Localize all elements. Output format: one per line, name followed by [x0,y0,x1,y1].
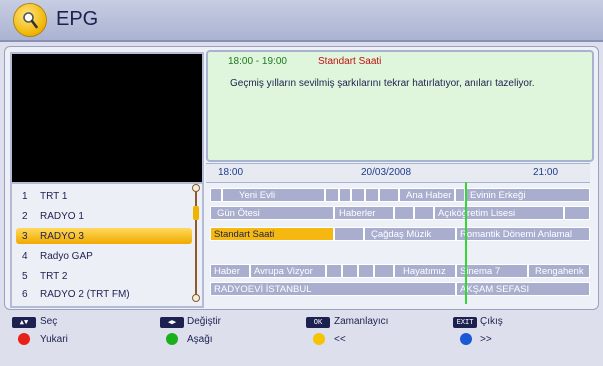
scrollbar-top-cap [192,184,200,192]
legend-timer: Zamanlayıcı [334,316,389,327]
program-cell[interactable] [342,264,358,278]
program-cell[interactable] [351,188,365,202]
channel-item[interactable]: 2 RADYO 1 [16,208,192,224]
program-cell[interactable]: Haberler [334,206,394,220]
program-time-range: 18:00 - 19:00 [228,56,287,67]
channel-scrollbar[interactable] [192,184,200,302]
channel-name: RADYO 2 (TRT FM) [40,289,130,300]
program-cell[interactable] [379,188,399,202]
program-cell[interactable] [325,188,339,202]
program-cell[interactable]: Romantik Dönemi Anlamal [456,227,590,241]
scrollbar-bottom-cap [192,294,200,302]
program-guide-grid: Yeni Evli Ana Haber Evinin Erkeği Gün Öt… [206,182,590,304]
channel-name: RADYO 3 [40,231,84,242]
search-icon [14,4,46,36]
legend-prev: << [334,334,346,345]
program-cell[interactable]: RADYOEVİ İSTANBUL [210,282,456,296]
channel-number: 3 [22,231,28,242]
page-title: EPG [56,8,99,30]
program-cell[interactable] [365,188,379,202]
program-cell[interactable]: Haber [210,264,250,278]
program-cell[interactable]: Çağdaş Müzik [364,227,456,241]
channel-number: 6 [22,289,28,300]
timeline-end: 21:00 [533,167,559,178]
program-cell[interactable] [374,264,394,278]
updown-key-icon: ▲▼ [12,317,36,328]
program-cell[interactable]: Ana Haber [399,188,455,202]
red-button-icon [18,333,30,345]
program-cell[interactable]: AKŞAM SEFASI [456,282,590,296]
timeline-date: 20/03/2008 [361,167,412,178]
ok-key-icon: OK [306,317,330,328]
program-title: Standart Saati [318,56,382,67]
program-cell[interactable] [334,227,364,241]
legend-up: Yukari [40,334,68,345]
program-cell[interactable] [210,188,222,202]
channel-number: 1 [22,191,28,202]
scrollbar-thumb[interactable] [193,206,199,220]
program-cell[interactable] [326,264,342,278]
program-cell[interactable]: Hayatımız [394,264,456,278]
legend-down: Aşağı [187,334,213,345]
channel-item[interactable]: 4 Radyo GAP [16,248,192,264]
scrollbar-track [195,188,197,298]
program-cell[interactable] [564,206,590,220]
channel-name: TRT 1 [40,191,68,202]
program-description: Geçmiş yılların sevilmiş şarkılarını tek… [230,78,535,89]
program-cell[interactable]: Evinin Erkeği [465,188,590,202]
current-time-line [465,182,467,304]
timeline-start: 18:00 [218,167,244,178]
video-preview [10,52,204,184]
program-cell[interactable] [414,206,434,220]
program-cell[interactable]: Rengahenk [528,264,590,278]
channel-number: 4 [22,251,28,262]
program-cell-selected[interactable]: Standart Saati [210,227,334,241]
program-cell[interactable]: Yeni Evli [222,188,325,202]
leftright-key-icon: ◀▶ [160,317,184,328]
program-cell[interactable] [358,264,374,278]
exit-key-icon: EXIT [453,317,477,328]
channel-item-selected[interactable]: 3 RADYO 3 [16,228,192,244]
program-cell[interactable] [394,206,414,220]
channel-name: RADYO 1 [40,211,84,222]
program-cell[interactable]: Gün Ötesi [210,206,334,220]
yellow-button-icon [313,333,325,345]
blue-button-icon [460,333,472,345]
channel-item[interactable]: 1 TRT 1 [16,188,192,204]
timeline-bar: 18:00 20/03/2008 21:00 [206,163,590,183]
green-button-icon [166,333,178,345]
program-cell[interactable]: Avrupa Vizyor [250,264,326,278]
legend-exit: Çıkış [480,316,503,327]
channel-list: 1 TRT 1 2 RADYO 1 3 RADYO 3 4 Radyo GAP … [10,182,204,308]
channel-item[interactable]: 5 TRT 2 [16,268,192,284]
program-cell[interactable]: Açıköğretim Lisesi [434,206,564,220]
legend-select: Seç [40,316,58,327]
legend-change: Değiştir [187,316,221,327]
channel-name: TRT 2 [40,271,68,282]
title-bar: EPG [0,0,603,42]
program-cell[interactable] [339,188,351,202]
legend-next: >> [480,334,492,345]
channel-item[interactable]: 6 RADYO 2 (TRT FM) [16,286,192,302]
channel-name: Radyo GAP [40,251,93,262]
program-cell[interactable] [455,188,465,202]
channel-number: 5 [22,271,28,282]
channel-number: 2 [22,211,28,222]
